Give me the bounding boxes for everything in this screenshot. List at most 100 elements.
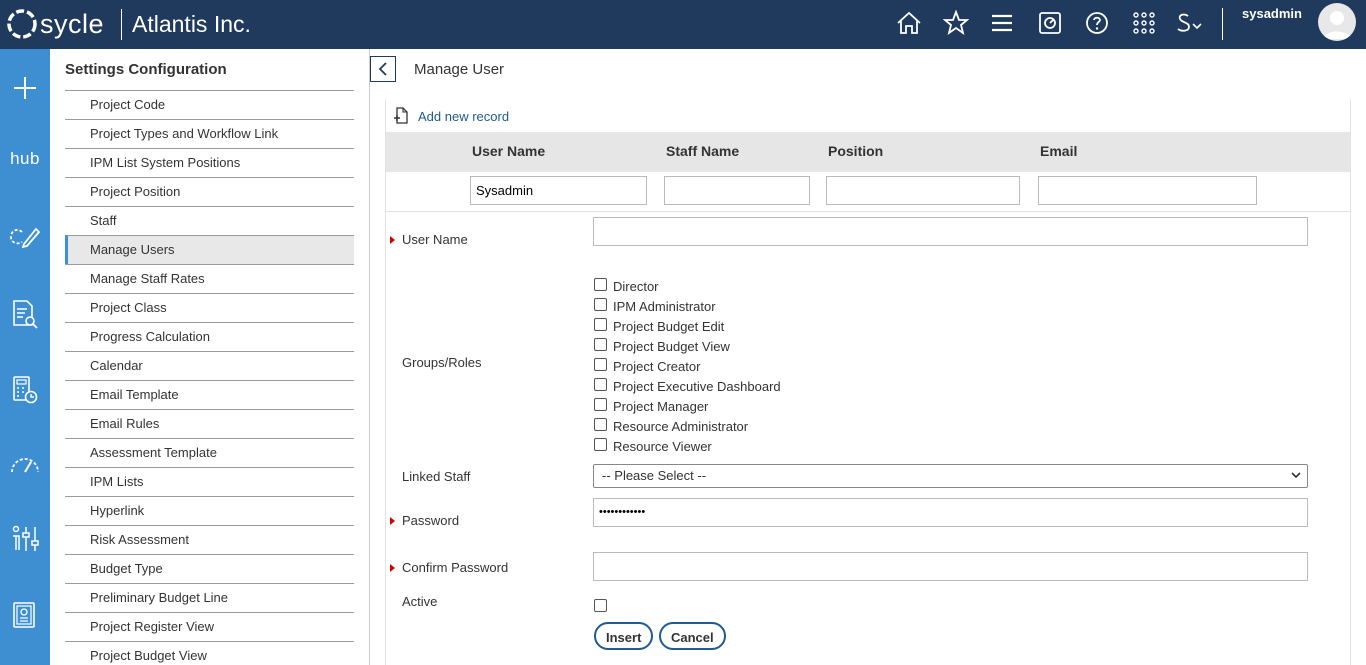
filter-email-input[interactable] [1038, 176, 1257, 205]
settings-item[interactable]: Project Class [65, 293, 354, 322]
settings-item[interactable]: Hyperlink [65, 496, 354, 525]
s-dropdown-icon[interactable] [1175, 9, 1205, 37]
top-bar: sycle Atlantis Inc. sysadmin [0, 0, 1366, 49]
settings-item[interactable]: Calendar [65, 351, 354, 380]
main-content: Manage User Add new record User Name Sta… [370, 49, 1366, 665]
add-document-icon [394, 107, 408, 124]
role-checkbox[interactable] [594, 397, 607, 411]
settings-title: Settings Configuration [65, 61, 227, 78]
sycle-logo-icon [7, 9, 37, 39]
add-new-record-button[interactable]: Add new record [392, 107, 509, 125]
settings-item[interactable]: Budget Type [65, 554, 354, 583]
settings-item[interactable]: Manage Staff Rates [65, 264, 354, 293]
role-option[interactable]: IPM Administrator [594, 296, 781, 316]
settings-item[interactable]: Staff [65, 206, 354, 235]
star-icon[interactable] [942, 9, 970, 37]
settings-item[interactable]: Risk Assessment [65, 525, 354, 554]
groups-roles-label: Groups/Roles [402, 355, 482, 370]
chevron-down-icon [1291, 472, 1301, 479]
role-option[interactable]: Project Executive Dashboard [594, 376, 781, 396]
role-checkbox[interactable] [594, 377, 607, 391]
report-icon[interactable] [1036, 9, 1064, 37]
insert-button[interactable]: Insert [594, 622, 654, 650]
role-option[interactable]: Project Manager [594, 396, 781, 416]
current-username[interactable]: sysadmin [1242, 6, 1302, 21]
sync-edit-icon[interactable] [0, 217, 50, 257]
role-label: IPM Administrator [613, 298, 716, 314]
role-checkbox[interactable] [594, 337, 607, 351]
settings-list: Project Code Project Types and Workflow L… [65, 90, 354, 665]
add-new-record-label: Add new record [418, 108, 510, 124]
settings-item[interactable]: Email Template [65, 380, 354, 409]
role-option[interactable]: Director [594, 276, 781, 296]
role-option[interactable]: Resource Viewer [594, 436, 781, 456]
filter-position-input[interactable] [826, 176, 1020, 205]
app-logo[interactable]: sycle [6, 8, 104, 40]
hub-label: hub [10, 149, 40, 168]
role-label: Director [613, 278, 659, 294]
settings-item[interactable]: Manage Users [65, 235, 354, 264]
settings-panel: Settings Configuration Project Code Proje… [50, 49, 370, 665]
avatar[interactable] [1318, 3, 1356, 41]
active-label: Active [402, 594, 438, 609]
active-checkbox[interactable] [594, 599, 607, 612]
filter-staff-name-input[interactable] [664, 176, 810, 205]
header-divider [121, 9, 122, 40]
col-header-position[interactable]: Position [828, 143, 883, 159]
col-header-user-name[interactable]: User Name [472, 143, 545, 159]
role-checkbox[interactable] [594, 277, 607, 291]
manage-user-card: Add new record User Name Staff Name Posi… [385, 99, 1351, 665]
linked-staff-select[interactable]: -- Please Select -- [593, 464, 1308, 488]
report-book-icon[interactable] [0, 595, 50, 635]
role-option[interactable]: Project Budget Edit [594, 316, 781, 336]
back-button[interactable] [370, 56, 396, 82]
role-checkbox[interactable] [594, 437, 607, 451]
role-option[interactable]: Project Creator [594, 356, 781, 376]
password-label: Password [402, 513, 460, 528]
settings-item[interactable]: Project Types and Workflow Link [65, 119, 354, 148]
cancel-button[interactable]: Cancel [659, 622, 726, 650]
settings-item[interactable]: IPM List System Positions [65, 148, 354, 177]
settings-item[interactable]: Preliminary Budget Line [65, 583, 354, 612]
settings-item[interactable]: IPM Lists [65, 467, 354, 496]
settings-item[interactable]: Progress Calculation [65, 322, 354, 351]
col-header-staff-name[interactable]: Staff Name [666, 143, 739, 159]
apps-grid-icon[interactable] [1130, 9, 1158, 37]
role-checkbox[interactable] [594, 317, 607, 331]
required-marker [390, 517, 395, 525]
home-icon[interactable] [895, 9, 923, 37]
menu-icon[interactable] [988, 9, 1016, 37]
role-label: Project Creator [613, 358, 701, 374]
settings-item[interactable]: Project Position [65, 177, 354, 206]
settings-item[interactable]: Assessment Template [65, 438, 354, 467]
plus-icon[interactable] [0, 68, 50, 108]
resource-sliders-icon[interactable] [0, 519, 50, 559]
user-name-label: User Name [402, 232, 468, 247]
role-label: Project Executive Dashboard [613, 378, 781, 394]
role-checkbox[interactable] [594, 297, 607, 311]
password-input[interactable]: •••••••••••• [593, 498, 1308, 527]
role-checkbox[interactable] [594, 357, 607, 371]
role-option[interactable]: Resource Administrator [594, 416, 781, 436]
chevron-left-icon [378, 62, 387, 76]
calculator-clock-icon[interactable] [0, 370, 50, 410]
user-name-input[interactable] [593, 217, 1308, 246]
settings-item[interactable]: Project Code [65, 90, 354, 119]
page-title: Manage User [414, 61, 505, 78]
search-document-icon[interactable] [0, 294, 50, 334]
role-option[interactable]: Project Budget View [594, 336, 781, 356]
help-icon[interactable] [1083, 9, 1111, 37]
settings-item[interactable]: Project Budget View [65, 641, 354, 665]
grid-header: User Name Staff Name Position Email [386, 132, 1350, 172]
settings-item[interactable]: Project Register View [65, 612, 354, 641]
gauge-icon[interactable] [0, 444, 50, 484]
col-header-email[interactable]: Email [1040, 143, 1077, 159]
logo-text: sycle [40, 8, 105, 39]
linked-staff-selected: -- Please Select -- [602, 468, 707, 483]
required-marker [390, 236, 395, 244]
hub-icon[interactable]: hub [0, 139, 50, 179]
confirm-password-input[interactable] [593, 552, 1308, 581]
settings-item[interactable]: Email Rules [65, 409, 354, 438]
filter-user-name-input[interactable] [470, 176, 647, 205]
role-checkbox[interactable] [594, 417, 607, 431]
